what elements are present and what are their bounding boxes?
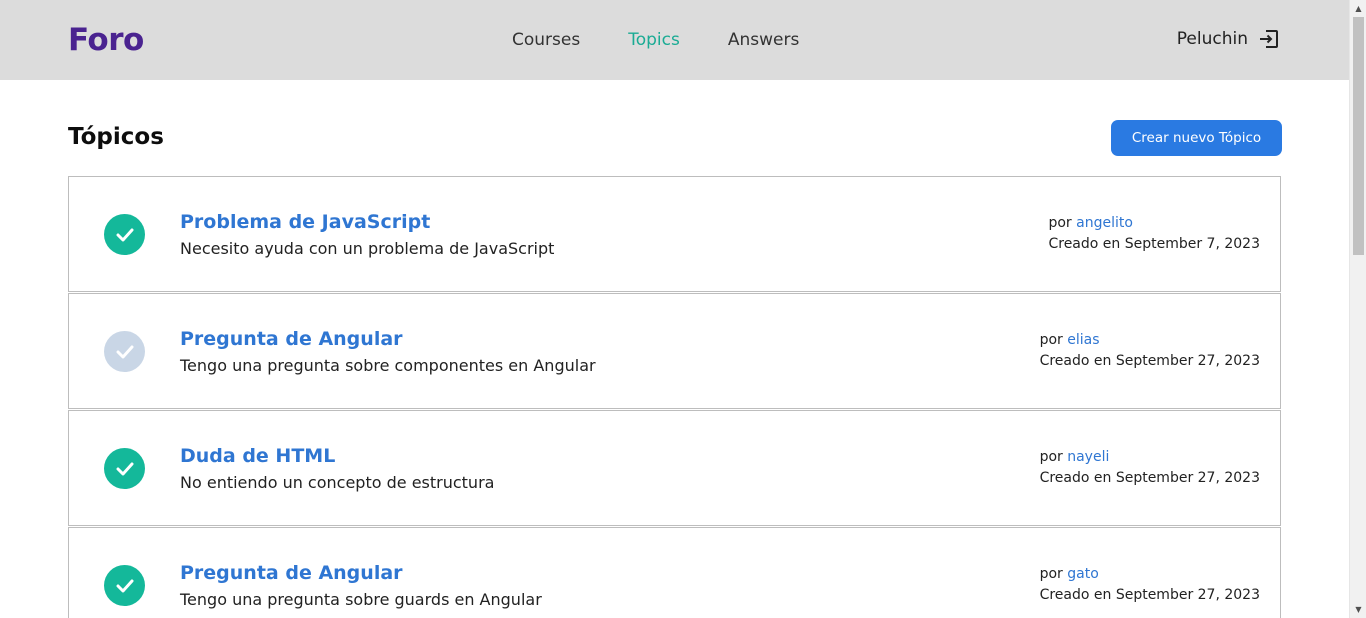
- topic-description: Tengo una pregunta sobre guards en Angul…: [180, 590, 542, 609]
- author-prefix: por: [1039, 332, 1063, 348]
- created-date: Creado en September 27, 2023: [1039, 470, 1260, 486]
- topic-meta: por angelito Creado en September 7, 2023: [1048, 213, 1260, 255]
- topic-meta: por nayeli Creado en September 27, 2023: [1040, 447, 1260, 489]
- main-nav: Courses Topics Answers: [512, 29, 799, 51]
- nav-link-courses[interactable]: Courses: [512, 29, 580, 51]
- topic-title[interactable]: Pregunta de Angular: [180, 561, 403, 585]
- author-prefix: por: [1048, 215, 1072, 231]
- topic-meta: por gato Creado en September 27, 2023: [1040, 564, 1260, 606]
- topic-description: Tengo una pregunta sobre componentes en …: [180, 356, 596, 375]
- topic-title[interactable]: Problema de JavaScript: [180, 210, 430, 234]
- check-circle-icon: [104, 448, 145, 489]
- topic-card[interactable]: Problema de JavaScript Necesito ayuda co…: [68, 176, 1281, 292]
- topic-meta: por elias Creado en September 27, 2023: [1040, 330, 1260, 372]
- topic-list: Problema de JavaScript Necesito ayuda co…: [68, 176, 1281, 618]
- nav-link-topics[interactable]: Topics: [628, 29, 680, 51]
- user-menu: Peluchin: [1177, 27, 1280, 51]
- user-name: Peluchin: [1176, 29, 1248, 49]
- topic-card[interactable]: Pregunta de Angular Tengo una pregunta s…: [68, 293, 1281, 409]
- author-link[interactable]: elias: [1067, 332, 1099, 348]
- new-topic-button[interactable]: Crear nuevo Tópico: [1111, 120, 1282, 156]
- scroll-down-icon[interactable]: ▼: [1350, 601, 1366, 618]
- check-circle-icon: [104, 331, 145, 372]
- topic-card[interactable]: Duda de HTML No entiendo un concepto de …: [68, 410, 1281, 526]
- author-link[interactable]: angelito: [1076, 215, 1133, 231]
- author-link[interactable]: gato: [1067, 566, 1099, 582]
- check-circle-icon: [104, 565, 145, 606]
- top-navbar: Foro Courses Topics Answers Peluchin: [0, 0, 1349, 80]
- author-prefix: por: [1039, 449, 1063, 465]
- topic-description: Necesito ayuda con un problema de JavaSc…: [180, 239, 555, 258]
- created-date: Creado en September 7, 2023: [1048, 236, 1260, 252]
- author-link[interactable]: nayeli: [1067, 449, 1109, 465]
- page-title: Tópicos: [68, 124, 164, 150]
- author-prefix: por: [1039, 566, 1063, 582]
- created-date: Creado en September 27, 2023: [1039, 587, 1260, 603]
- scrollbar-thumb[interactable]: [1353, 17, 1364, 255]
- topic-card[interactable]: Pregunta de Angular Tengo una pregunta s…: [68, 527, 1281, 618]
- check-circle-icon: [104, 214, 145, 255]
- topic-title[interactable]: Duda de HTML: [180, 444, 335, 468]
- site-logo[interactable]: Foro: [68, 20, 144, 60]
- created-date: Creado en September 27, 2023: [1039, 353, 1260, 369]
- topic-description: No entiendo un concepto de estructura: [180, 473, 495, 492]
- topic-title[interactable]: Pregunta de Angular: [180, 327, 403, 351]
- logout-icon[interactable]: [1258, 28, 1280, 50]
- vertical-scrollbar[interactable]: ▲ ▼: [1349, 0, 1366, 618]
- nav-link-answers[interactable]: Answers: [728, 29, 799, 51]
- scroll-up-icon[interactable]: ▲: [1350, 0, 1366, 17]
